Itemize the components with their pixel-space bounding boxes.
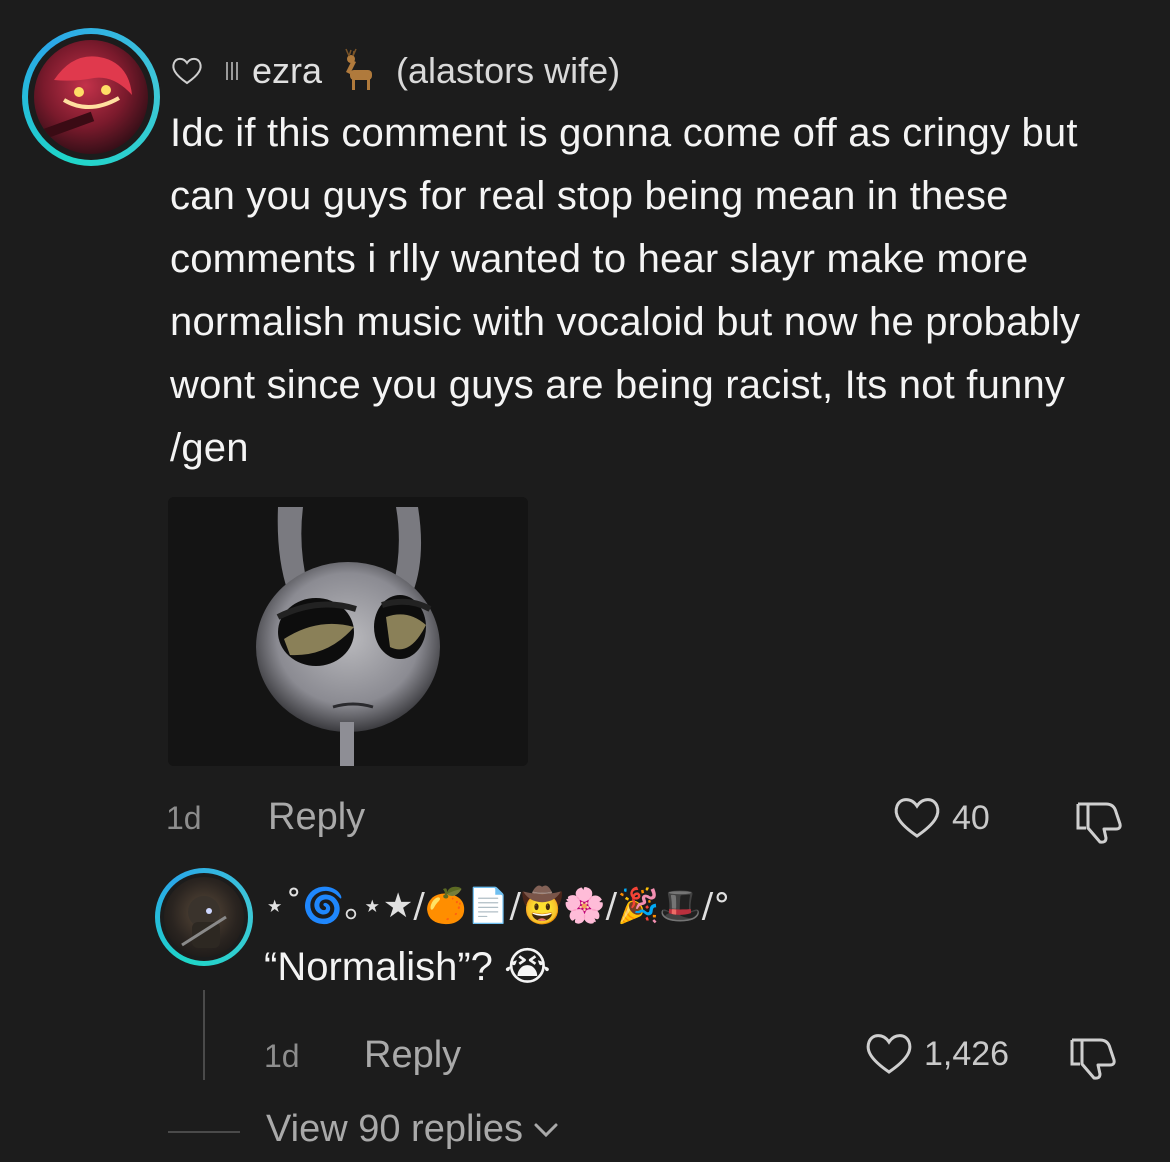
avatar-character-image <box>43 56 132 139</box>
deer-icon <box>345 48 373 90</box>
comment-username-suffix: (alastors wife) <box>396 50 621 91</box>
pin-heart-icon[interactable] <box>170 56 204 86</box>
comment-avatar[interactable] <box>22 28 160 166</box>
comment-text: Idc if this comment is gonna come off as… <box>170 111 1081 470</box>
comment-like-count: 40 <box>952 798 990 837</box>
reply-thread-line <box>203 990 205 1080</box>
comment-age: 1d <box>166 800 202 836</box>
view-replies-label: View 90 replies <box>266 1108 524 1150</box>
chevron-down-icon <box>534 1123 558 1137</box>
reply-text: “Normalish”? 😭 <box>264 945 551 989</box>
comment-username[interactable]: ezra <box>252 50 322 92</box>
heart-icon <box>866 1034 912 1074</box>
reply-reply-button[interactable]: Reply <box>364 1034 461 1077</box>
comment-reply-button[interactable]: Reply <box>268 796 365 839</box>
reply-age: 1d <box>264 1038 300 1074</box>
avatar-character-image <box>181 896 227 948</box>
reply-like-count: 1,426 <box>924 1034 1010 1073</box>
view-replies-button[interactable]: View 90 replies <box>266 1108 559 1151</box>
reply-avatar[interactable] <box>155 868 253 966</box>
comment-attached-image[interactable] <box>168 497 528 766</box>
creator-badge-icon <box>226 62 238 80</box>
reply-username[interactable]: ⋆˚🌀｡⋆★/🍊📄/🤠🌸/🎉🎩/° <box>264 878 730 927</box>
view-replies-divider <box>168 1131 240 1133</box>
comment-header: ezra (alastors wife) <box>170 48 620 94</box>
dislike-icon[interactable] <box>1072 798 1124 846</box>
reply-like-button[interactable]: 1,426 <box>864 1032 1009 1076</box>
comment-like-button[interactable]: 40 <box>892 796 990 840</box>
dislike-icon[interactable] <box>1066 1034 1118 1082</box>
heart-icon <box>894 798 940 838</box>
